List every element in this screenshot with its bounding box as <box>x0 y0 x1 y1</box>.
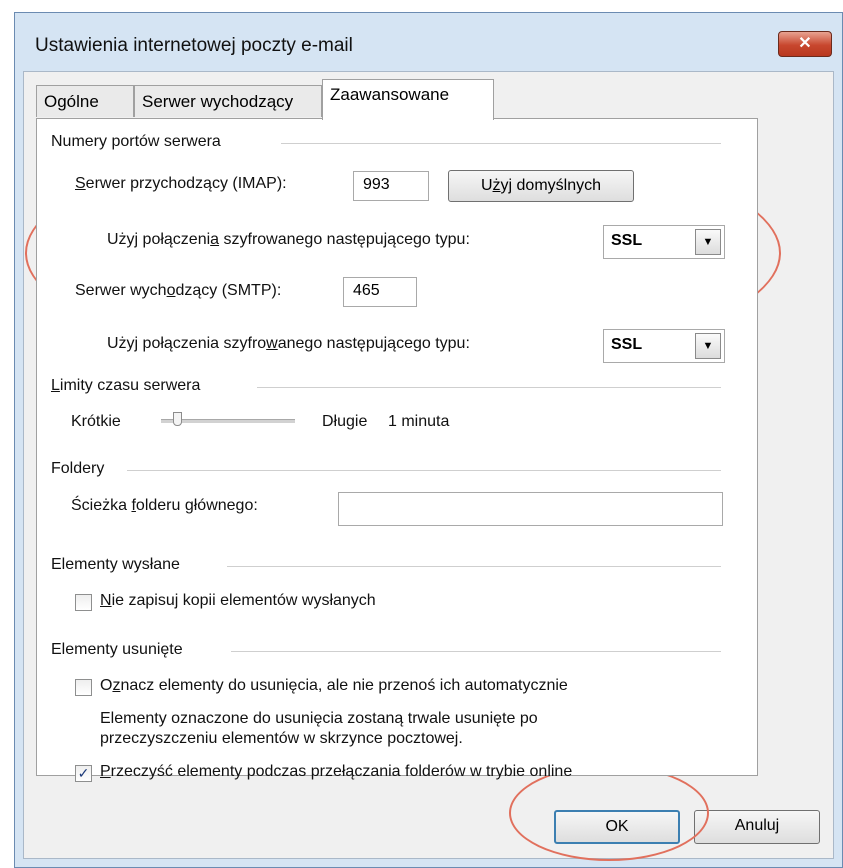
tab-general[interactable]: Ogólne <box>36 85 134 117</box>
outgoing-encryption-value: SSL <box>611 336 643 353</box>
timeout-value: 1 minuta <box>388 413 450 430</box>
outgoing-encryption-label: Użyj połączenia szyfrowanego następujące… <box>107 335 470 352</box>
timeout-group-divider <box>257 387 721 388</box>
timeout-group-label: Limity czasu serwera <box>51 377 201 394</box>
purge-checkbox[interactable]: ✓ <box>75 765 92 782</box>
close-button[interactable]: ✕ <box>778 31 832 57</box>
title-bar: Ustawienia internetowej poczty e-mail ✕ <box>15 13 842 71</box>
tab-outgoing-server[interactable]: Serwer wychodzący <box>134 85 322 117</box>
outgoing-port-input[interactable]: 465 <box>343 277 417 307</box>
outgoing-encryption-select[interactable]: SSL ▼ <box>603 329 725 363</box>
deleted-group-label: Elementy usunięte <box>51 641 183 658</box>
tab-advanced[interactable]: Zaawansowane <box>322 79 494 120</box>
chevron-down-icon[interactable]: ▼ <box>695 333 721 359</box>
chevron-down-icon[interactable]: ▼ <box>695 229 721 255</box>
cancel-button[interactable]: Anuluj <box>694 810 820 844</box>
dont-save-sent-label: Nie zapisuj kopii elementów wysłanych <box>100 592 376 609</box>
folders-group-divider <box>127 470 721 471</box>
dialog-client-area: Ogólne Serwer wychodzący Zaawansowane Nu… <box>23 71 834 859</box>
root-folder-label: Ścieżka folderu głównego: <box>71 497 258 514</box>
incoming-encryption-select[interactable]: SSL ▼ <box>603 225 725 259</box>
root-folder-input[interactable] <box>338 492 723 526</box>
outgoing-port-label: Serwer wychodzący (SMTP): <box>75 282 282 299</box>
mark-for-deletion-checkbox[interactable] <box>75 679 92 696</box>
purge-label: Przeczyść elementy podczas przełączania … <box>100 763 573 780</box>
deletion-note-line1: Elementy oznaczone do usunięcia zostaną … <box>100 710 538 727</box>
deletion-note-line2: przeczyszczeniu elementów w skrzynce poc… <box>100 730 463 747</box>
ports-group-label: Numery portów serwera <box>51 133 221 150</box>
sent-group-divider <box>227 566 721 567</box>
use-defaults-button[interactable]: Użyj domyślnych <box>448 170 634 202</box>
sent-group-label: Elementy wysłane <box>51 556 180 573</box>
dialog-window: Ustawienia internetowej poczty e-mail ✕ … <box>14 12 843 868</box>
incoming-port-label: Serwer przychodzący (IMAP): <box>75 175 287 192</box>
deleted-group-divider <box>231 651 721 652</box>
timeout-long-label: Długie <box>322 413 368 430</box>
incoming-encryption-label: Użyj połączenia szyfrowanego następujące… <box>107 231 470 248</box>
timeout-short-label: Krótkie <box>71 413 121 430</box>
folders-group-label: Foldery <box>51 460 105 477</box>
window-title: Ustawienia internetowej poczty e-mail <box>35 35 353 56</box>
mark-for-deletion-label: Oznacz elementy do usunięcia, ale nie pr… <box>100 677 568 694</box>
dont-save-sent-checkbox[interactable] <box>75 594 92 611</box>
incoming-encryption-value: SSL <box>611 232 643 249</box>
timeout-slider-thumb[interactable] <box>173 412 182 426</box>
advanced-tab-panel: Numery portów serwera Serwer przychodząc… <box>36 118 758 782</box>
incoming-port-input[interactable]: 993 <box>353 171 429 201</box>
ports-group-divider <box>281 143 721 144</box>
